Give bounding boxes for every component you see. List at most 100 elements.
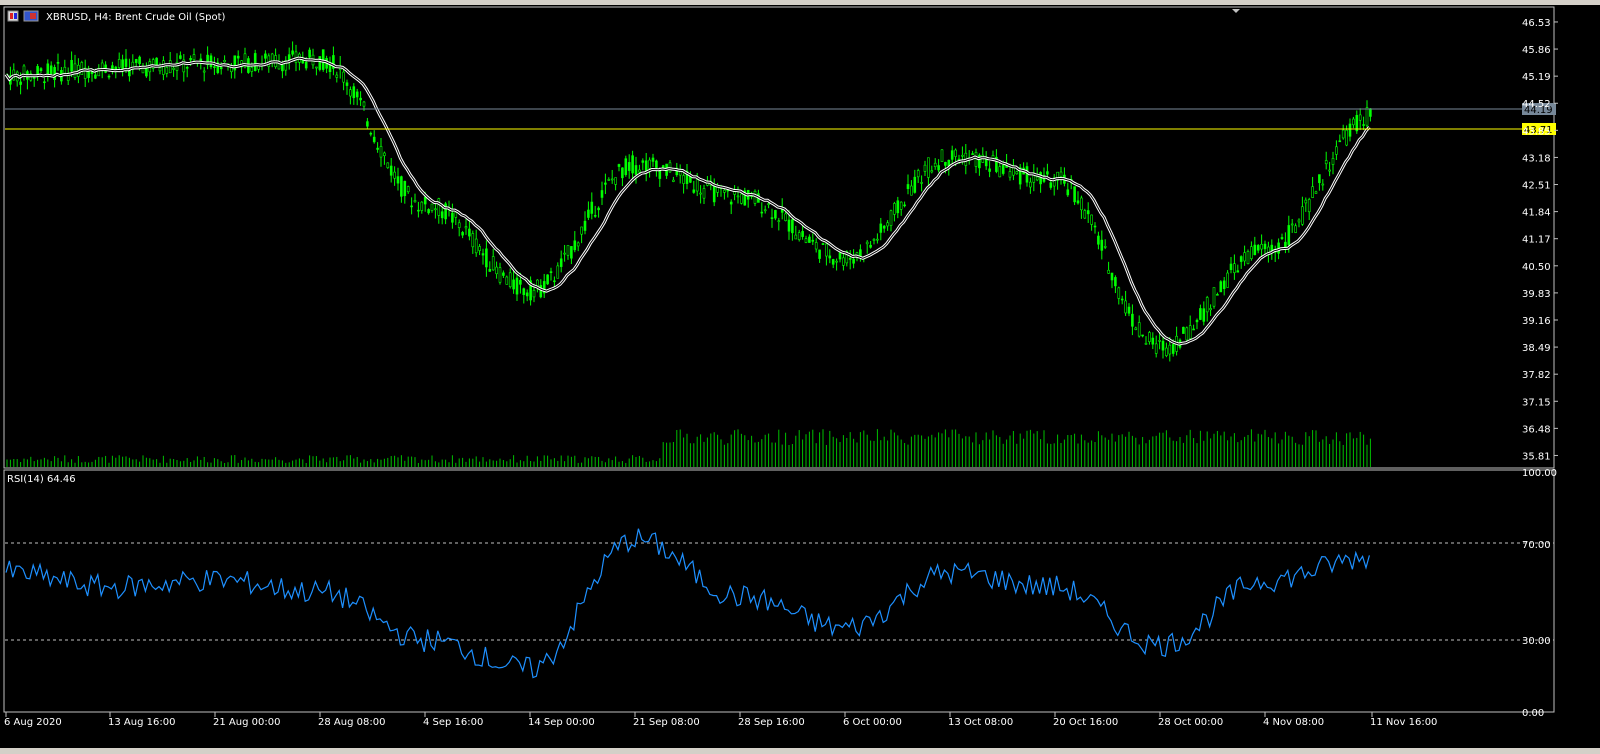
candle-body [546,274,549,285]
candle-body [563,252,566,255]
candle-body [937,165,940,171]
candle-body [179,55,182,59]
candle-body [767,203,770,205]
candle-body [933,162,937,168]
candle-body [559,258,563,267]
candle-body [1029,181,1032,188]
candle-body [695,179,699,192]
candle-body [838,252,842,260]
candle-body [165,67,169,74]
candle-body [678,171,682,176]
candle-body [281,64,284,72]
candle-body [903,204,906,207]
candle-body [889,210,893,226]
time-tick-label: 14 Sep 00:00 [528,717,595,728]
candle-body [1280,237,1284,239]
candle-body [63,66,67,74]
rsi-title: RSI(14) 64.46 [7,474,76,485]
candle-body [1035,176,1039,181]
candle-body [1076,200,1080,204]
candle-body [400,176,403,197]
candle-body [468,228,471,237]
candle-body [355,91,359,98]
candle-body [1219,281,1223,293]
candle-body [566,245,570,256]
candle-body [491,256,495,271]
price-tick-label: 39.16 [1522,316,1551,327]
candle-body [236,55,240,59]
candle-body [1039,172,1042,185]
candle-body [648,159,651,169]
candle-body [804,238,808,243]
candle-body [1151,337,1155,345]
price-tick-label: 35.81 [1522,451,1551,462]
candle-body [1073,186,1076,203]
price-tick-label: 41.17 [1522,235,1551,246]
chart-window[interactable]: XBRUSD, H4: Brent Crude Oil (Spot) RSI(1… [0,5,1600,748]
candle-body [107,75,111,78]
candle-body [1301,206,1304,225]
candle-body [485,248,488,268]
candle-body [923,164,927,172]
candle-body [913,176,917,193]
candle-body [1080,197,1083,211]
candle-body [386,162,390,168]
candle-body [522,288,526,295]
candle-body [1154,343,1158,354]
candle-body [19,81,22,85]
candle-body [1311,186,1314,198]
candle-body [111,65,114,70]
candle-body [134,59,138,63]
candle-body [876,238,879,241]
candle-body [1046,171,1049,175]
time-tick-label: 6 Oct 00:00 [843,717,902,728]
candle-body [1338,140,1342,143]
candle-body [1233,263,1236,273]
candle-body [1369,108,1372,117]
candle-body [899,201,903,210]
candle-body [202,70,206,73]
candle-body [865,241,869,245]
candle-body [1318,174,1321,184]
candle-body [1131,313,1134,327]
candle-body [1304,199,1308,204]
candle-body [1124,300,1127,314]
candle-body [831,259,835,265]
candle-body [1188,325,1192,339]
candle-body [36,66,39,76]
candle-body [512,279,515,290]
candle-body [505,276,509,285]
candle-body [940,149,944,162]
candle-body [117,59,121,68]
candle-body [801,231,804,237]
candle-body [250,67,254,72]
candle-body [427,209,430,214]
candle-body [886,222,889,227]
candle-body [1243,252,1246,262]
candle-body [770,217,774,219]
candle-body [168,60,172,74]
rsi-tick-label: 100.00 [1522,468,1557,479]
candle-body [539,285,543,298]
candle-body [763,209,767,212]
candle-body [682,175,685,184]
candle-body [1222,280,1226,289]
candle-body [253,53,257,71]
candle-body [1246,251,1250,264]
candle-body [481,253,485,256]
candle-body [1328,169,1331,172]
candle-body [1290,223,1294,226]
candle-body [879,223,883,233]
candle-body [536,279,539,287]
candle-body [1008,171,1012,178]
candle-body [1226,272,1229,288]
candle-body [794,234,798,240]
candle-body [961,154,964,157]
candle-body [787,219,791,232]
candle-body [583,220,587,231]
candle-body [1307,199,1311,213]
time-tick-label: 6 Aug 2020 [4,717,62,728]
candle-body [349,89,352,97]
candle-body [1141,334,1144,337]
candle-body [308,49,311,58]
